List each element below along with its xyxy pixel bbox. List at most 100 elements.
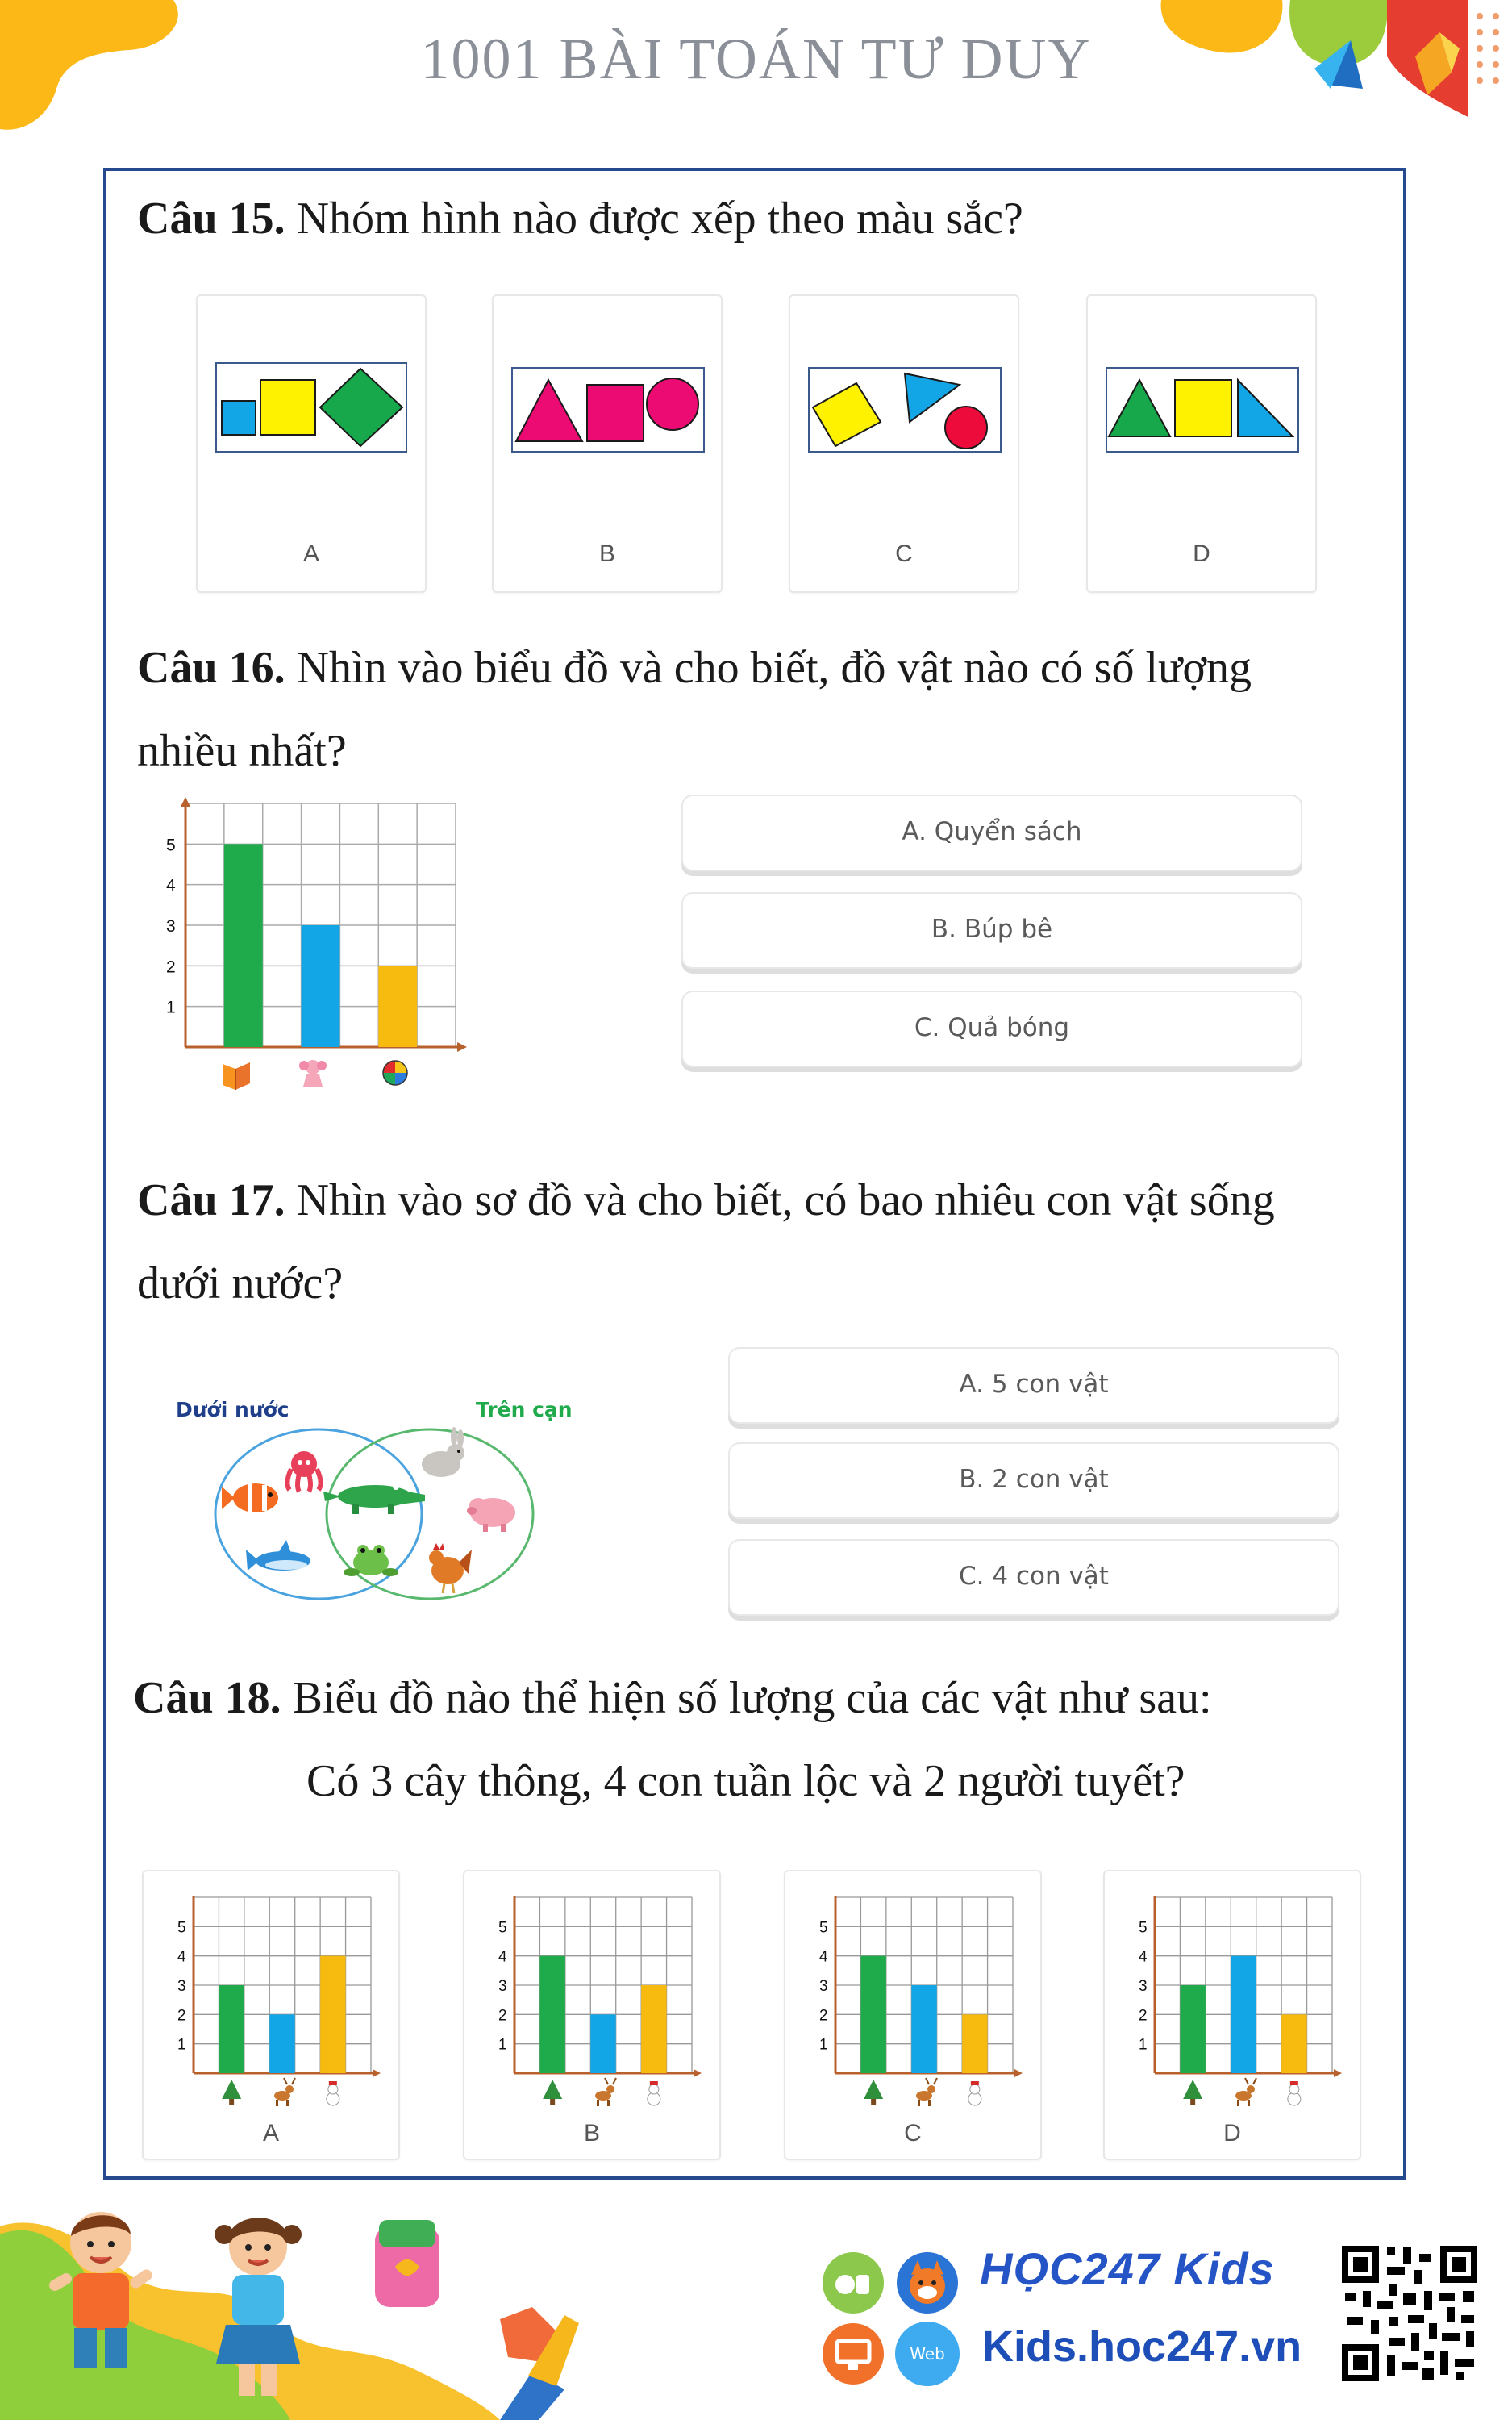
answer-option-c[interactable]: C. 4 con vật xyxy=(728,1539,1339,1616)
venn-label-right: Trên cạn xyxy=(476,1398,573,1421)
y-tick-label: 1 xyxy=(166,999,176,1017)
y-tick-label: 5 xyxy=(819,1919,828,1936)
backpack-icon xyxy=(375,2220,439,2307)
x-axis-arrow xyxy=(457,1042,467,1052)
reindeer-icon xyxy=(916,2077,938,2106)
shapes-group-c xyxy=(808,367,1002,453)
y-tick-label: 2 xyxy=(166,958,176,976)
frog-icon xyxy=(344,1545,398,1576)
x-axis-arrow xyxy=(694,2069,702,2077)
book-icon xyxy=(223,1062,250,1090)
question-number: Câu 15. xyxy=(137,194,285,244)
y-tick-label: 5 xyxy=(166,836,176,854)
y-tick-label: 4 xyxy=(498,1949,507,1966)
y-tick-label: 2 xyxy=(1139,2007,1148,2024)
answer-option-a[interactable]: A. Quyển sách xyxy=(681,795,1302,871)
shark-icon xyxy=(246,1540,310,1571)
bar-chart-q16: 1 2 3 4 5 xyxy=(166,797,467,1090)
octopus-icon xyxy=(285,1451,323,1493)
option-card-d[interactable]: 1 2 3 4 5 D xyxy=(1103,1870,1361,2160)
option-label: A xyxy=(302,540,319,567)
question-number: Câu 17. xyxy=(137,1175,285,1225)
mascot-app-icon[interactable] xyxy=(895,2251,960,2315)
bar-pine-tree xyxy=(539,1955,565,2073)
y-tick-label: 4 xyxy=(177,1949,186,1966)
app-store-icon[interactable] xyxy=(821,2251,885,2315)
web-app-icon[interactable]: Web xyxy=(895,2322,960,2386)
x-axis-arrow xyxy=(373,2069,381,2077)
bar-reindeer xyxy=(590,2014,616,2073)
shapes-group-a xyxy=(215,362,407,453)
answer-option-c[interactable]: C. Quả bóng xyxy=(681,991,1302,1067)
y-tick-label: 3 xyxy=(177,1978,186,1995)
venn-label-left: Dưới nước xyxy=(176,1398,289,1421)
y-axis-arrow xyxy=(181,797,190,807)
answer-option-b[interactable]: B. Búp bê xyxy=(681,892,1302,969)
y-tick-label: 5 xyxy=(498,1919,507,1936)
y-tick-label: 1 xyxy=(498,2037,507,2054)
reindeer-icon xyxy=(595,2077,617,2106)
bar-chart-option-a: 1 2 3 4 5 xyxy=(177,1896,381,2106)
bar-pine-tree xyxy=(219,1985,244,2073)
option-card-c[interactable]: 1 2 3 4 5 C xyxy=(784,1870,1042,2160)
option-label: C xyxy=(895,540,913,567)
option-label: D xyxy=(1193,540,1210,567)
rabbit-icon xyxy=(422,1427,464,1477)
y-tick-label: 1 xyxy=(819,2037,828,2054)
bar-chart-option-d: 1 2 3 4 5 xyxy=(1139,1896,1342,2106)
question-number: Câu 18. xyxy=(133,1673,281,1723)
option-card-c[interactable]: C xyxy=(789,294,1019,593)
bar-ball xyxy=(378,966,418,1047)
option-card-b[interactable]: B xyxy=(492,294,723,593)
brand-logo: HỌC247 Kids xyxy=(980,2243,1275,2294)
x-axis-arrow xyxy=(1334,2069,1342,2077)
pine-tree-icon xyxy=(543,2080,563,2105)
answer-option-a[interactable]: A. 5 con vật xyxy=(728,1347,1339,1424)
y-tick-label: 1 xyxy=(177,2037,186,2054)
question-18-line-1: Câu 18. Biểu đồ nào thể hiện số lượng củ… xyxy=(133,1671,1212,1725)
y-tick-label: 4 xyxy=(166,877,176,895)
website-link[interactable]: Kids.hoc247.vn xyxy=(982,2322,1302,2372)
bar-snowman xyxy=(320,1955,346,2073)
bar-reindeer xyxy=(911,1985,937,2073)
option-card-a[interactable]: 1 2 3 4 5 A xyxy=(142,1870,400,2160)
answer-option-b[interactable]: B. 2 con vật xyxy=(728,1442,1339,1519)
option-card-b[interactable]: 1 2 3 4 5 B xyxy=(463,1870,721,2160)
option-label: D xyxy=(1223,2120,1241,2147)
y-tick-label: 3 xyxy=(498,1978,507,1995)
ball-icon xyxy=(382,1060,408,1086)
question-17-line-1: Câu 17. Nhìn vào sơ đồ và cho biết, có b… xyxy=(137,1174,1275,1228)
question-text: Nhóm hình nào được xếp theo màu sắc? xyxy=(285,194,1023,244)
snowman-icon xyxy=(968,2081,982,2106)
rooster-icon xyxy=(429,1543,472,1594)
clownfish-icon xyxy=(222,1483,278,1512)
y-tick-label: 1 xyxy=(1139,2037,1148,2054)
qr-code-icon[interactable] xyxy=(1339,2243,1481,2385)
question-17-line-2: dưới nước? xyxy=(137,1258,344,1308)
question-text: Biểu đồ nào thể hiện số lượng của các vậ… xyxy=(281,1673,1212,1723)
bar-book xyxy=(223,844,263,1047)
pine-tree-icon xyxy=(1183,2080,1203,2105)
snowman-icon xyxy=(1287,2081,1302,2106)
question-text: Nhìn vào biểu đồ và cho biết, đồ vật nào… xyxy=(285,643,1252,693)
question-16-line-2: nhiều nhất? xyxy=(137,726,347,776)
question-18-line-2: Có 3 cây thông, 4 con tuần lộc và 2 ngườ… xyxy=(306,1756,1185,1806)
footer-illustration xyxy=(0,2212,579,2420)
desktop-app-icon[interactable] xyxy=(821,2322,885,2386)
crocodile-icon xyxy=(323,1483,425,1514)
y-tick-label: 2 xyxy=(498,2007,507,2024)
option-card-a[interactable]: A xyxy=(196,294,427,593)
y-tick-label: 5 xyxy=(177,1919,186,1936)
pig-icon xyxy=(467,1498,515,1532)
pine-tree-icon xyxy=(222,2080,242,2105)
option-card-d[interactable]: D xyxy=(1086,294,1317,593)
bar-chart-option-c: 1 2 3 4 5 xyxy=(819,1896,1023,2106)
bar-doll xyxy=(301,925,340,1047)
bar-pine-tree xyxy=(1180,1985,1206,2073)
option-label: C xyxy=(904,2120,922,2147)
y-tick-label: 3 xyxy=(1139,1978,1148,1995)
shapes-group-b xyxy=(511,367,705,453)
page-title: 1001 BÀI TOÁN TƯ DUY xyxy=(420,27,1092,91)
reindeer-icon xyxy=(274,2077,296,2106)
question-text: Nhìn vào sơ đồ và cho biết, có bao nhiêu… xyxy=(285,1175,1275,1225)
